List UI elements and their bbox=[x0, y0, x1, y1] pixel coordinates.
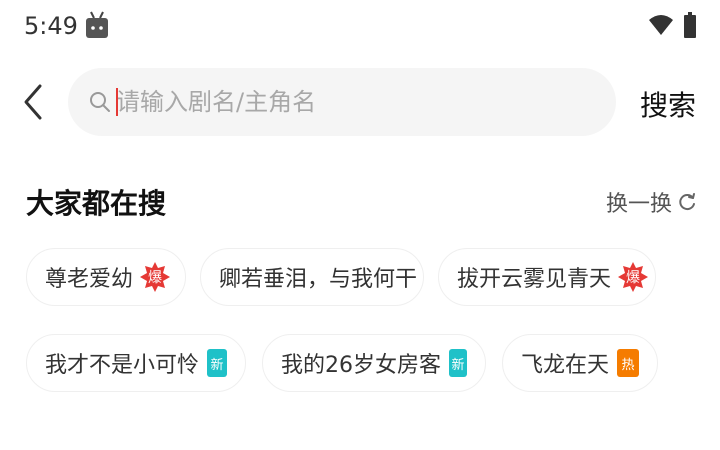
refresh-label: 换一换 bbox=[606, 192, 673, 217]
hot-search-tag[interactable]: 我的26岁女房客 新 bbox=[262, 334, 486, 392]
hot-search-tag[interactable]: 拔开云雾见青天 爆 bbox=[438, 248, 656, 306]
android-notification-icon bbox=[86, 11, 108, 38]
search-input[interactable] bbox=[116, 80, 596, 124]
hot-badge-text: 爆 bbox=[148, 270, 163, 286]
new-badge: 新 bbox=[207, 349, 227, 377]
search-bar: 搜索 bbox=[0, 64, 720, 140]
new-badge: 新 bbox=[449, 349, 467, 377]
search-button[interactable]: 搜索 bbox=[640, 84, 696, 124]
wifi-icon bbox=[649, 15, 673, 35]
tag-label: 卿若垂泪，与我何干 bbox=[219, 267, 418, 292]
battery-icon bbox=[684, 12, 696, 38]
hot-search-tag[interactable]: 卿若垂泪，与我何干 bbox=[200, 248, 424, 306]
status-time: 5:49 bbox=[24, 12, 78, 40]
section-title: 大家都在搜 bbox=[26, 187, 167, 220]
tag-label: 拔开云雾见青天 bbox=[457, 267, 612, 292]
refresh-button[interactable]: 换一换 bbox=[606, 186, 698, 218]
search-box[interactable] bbox=[68, 68, 616, 136]
hot-search-tag[interactable]: 尊老爱幼 爆 bbox=[26, 248, 186, 306]
back-arrow-icon[interactable] bbox=[14, 80, 54, 124]
status-bar: 5:49 bbox=[0, 0, 720, 56]
tag-label: 我的26岁女房客 bbox=[281, 353, 441, 378]
text-cursor bbox=[116, 88, 118, 116]
search-icon bbox=[90, 92, 110, 112]
trending-badge: 热 bbox=[617, 349, 639, 377]
hot-badge: 爆 bbox=[617, 261, 649, 293]
tag-label: 尊老爱幼 bbox=[45, 267, 134, 292]
hot-search-tag[interactable]: 飞龙在天 热 bbox=[502, 334, 658, 392]
hot-search-tag[interactable]: 我才不是小可怜 新 bbox=[26, 334, 246, 392]
hot-badge: 爆 bbox=[139, 261, 171, 293]
refresh-icon bbox=[679, 193, 696, 211]
tag-label: 我才不是小可怜 bbox=[45, 353, 200, 378]
tag-label: 飞龙在天 bbox=[521, 353, 610, 378]
hot-badge-text: 爆 bbox=[626, 270, 641, 286]
